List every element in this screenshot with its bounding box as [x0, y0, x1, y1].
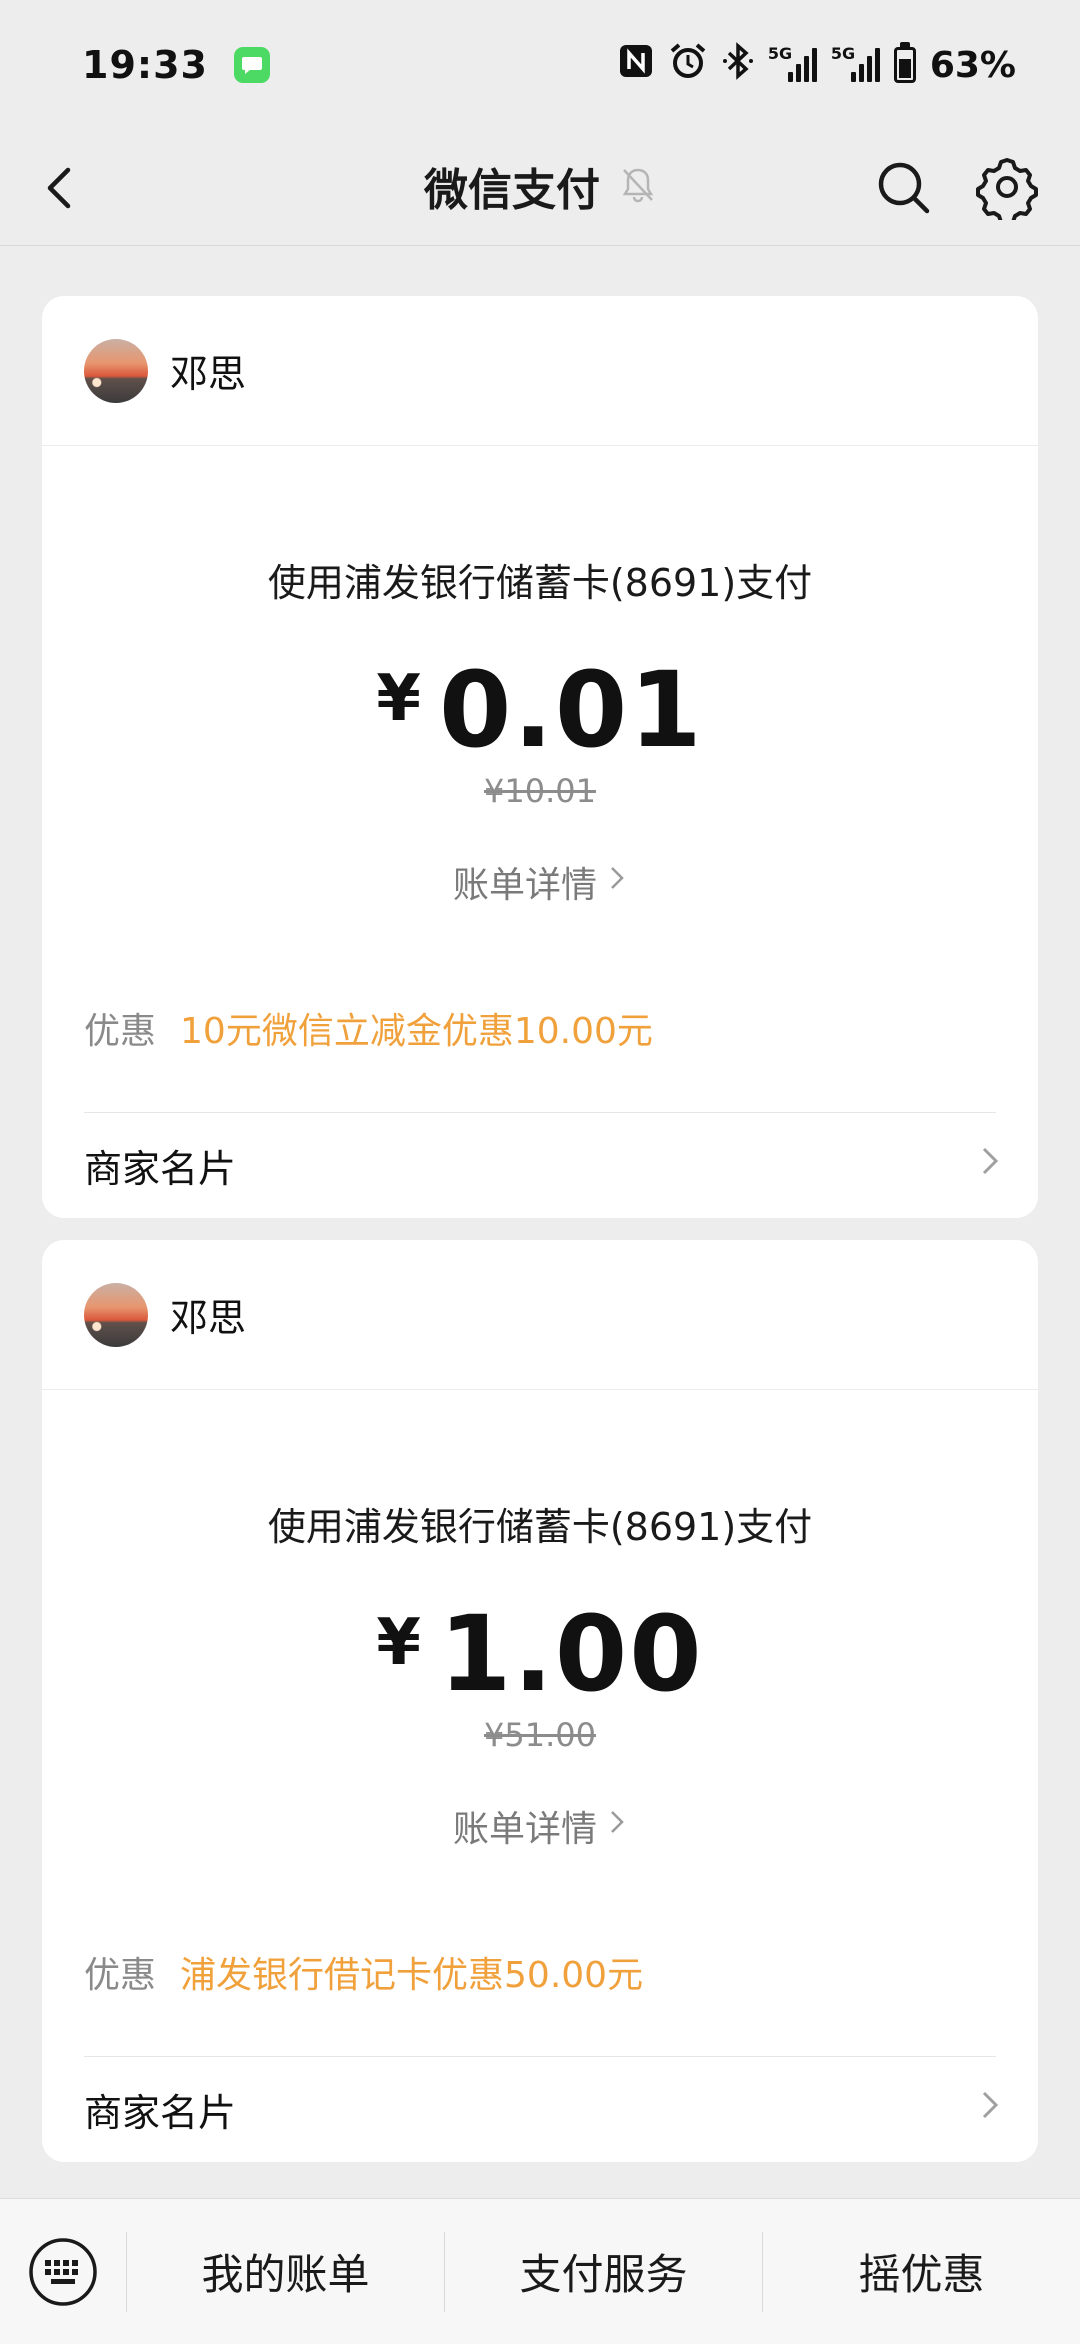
- status-time: 19:33: [82, 43, 208, 87]
- payment-card: 邓思 使用浦发银行储蓄卡(8691)支付 ¥ 0.01 ¥10.01 账单详情 …: [42, 296, 1038, 1218]
- chevron-right-icon: [978, 1141, 1002, 1190]
- tab-my-bills[interactable]: 我的账单: [126, 2231, 444, 2312]
- bill-detail-link[interactable]: 账单详情: [42, 1800, 1038, 1852]
- merchant-card-row[interactable]: 商家名片: [42, 1112, 1038, 1218]
- discount-label: 优惠: [84, 1011, 157, 1052]
- payment-amount: 0.01: [438, 649, 704, 771]
- keyboard-icon[interactable]: [0, 2199, 126, 2344]
- search-icon[interactable]: [872, 156, 936, 220]
- chevron-right-icon: [607, 862, 627, 903]
- bluetooth-icon: [722, 41, 754, 90]
- discount-label: 优惠: [84, 1955, 157, 1996]
- payment-method: 使用浦发银行储蓄卡(8691)支付: [267, 1505, 813, 1549]
- bill-detail-link[interactable]: 账单详情: [42, 856, 1038, 908]
- currency-symbol: ¥: [376, 1606, 421, 1680]
- alarm-icon: [668, 41, 708, 90]
- network-type-label: 5G: [767, 44, 793, 63]
- merchant-header[interactable]: 邓思: [42, 296, 1038, 446]
- signal-icon: 5G: [831, 44, 880, 82]
- bill-detail-label: 账单详情: [452, 1809, 597, 1850]
- messages-app-icon: [233, 47, 270, 83]
- currency-symbol: ¥: [376, 662, 421, 736]
- amount-row: ¥ 0.01: [42, 658, 1038, 762]
- network-type-label: 5G: [830, 44, 856, 63]
- discount-text: 10元微信立减金优惠10.00元: [180, 1011, 653, 1052]
- avatar: [84, 1282, 148, 1347]
- chevron-right-icon: [978, 2085, 1002, 2134]
- signal-icon: 5G: [768, 44, 817, 82]
- original-amount: ¥51.00: [484, 1716, 596, 1754]
- merchant-card-label: 商家名片: [84, 1146, 237, 1191]
- payment-amount: 1.00: [438, 1593, 704, 1715]
- merchant-header[interactable]: 邓思: [42, 1240, 1038, 1390]
- gear-icon[interactable]: [974, 154, 1040, 226]
- merchant-name: 邓思: [170, 1296, 247, 1340]
- merchant-card-label: 商家名片: [84, 2090, 237, 2135]
- bottom-tab-bar: 我的账单 支付服务 摇优惠: [0, 2198, 1080, 2344]
- status-bar: 19:33 5G 5G 63%: [0, 0, 1080, 130]
- amount-row: ¥ 1.00: [42, 1602, 1038, 1706]
- page-title: 微信支付: [424, 165, 600, 216]
- discount-row: 优惠 浦发银行借记卡优惠50.00元: [84, 1946, 643, 1998]
- avatar: [84, 338, 148, 403]
- merchant-card-row[interactable]: 商家名片: [42, 2056, 1038, 2162]
- original-amount: ¥10.01: [484, 772, 596, 810]
- chevron-right-icon: [607, 1806, 627, 1847]
- tab-payment-services[interactable]: 支付服务: [444, 2231, 762, 2312]
- battery-percent: 63%: [929, 44, 1016, 86]
- payment-method: 使用浦发银行储蓄卡(8691)支付: [267, 561, 813, 605]
- discount-text: 浦发银行借记卡优惠50.00元: [180, 1955, 644, 1996]
- nfc-icon: [618, 43, 654, 88]
- bill-detail-label: 账单详情: [452, 865, 597, 906]
- tab-shake-offers[interactable]: 摇优惠: [762, 2231, 1080, 2312]
- discount-row: 优惠 10元微信立减金优惠10.00元: [84, 1002, 653, 1054]
- payment-card: 邓思 使用浦发银行储蓄卡(8691)支付 ¥ 1.00 ¥51.00 账单详情 …: [42, 1240, 1038, 2162]
- mute-bell-icon: [620, 164, 656, 208]
- battery-icon: [893, 42, 916, 83]
- nav-bar: 微信支付: [0, 130, 1080, 246]
- merchant-name: 邓思: [170, 352, 247, 396]
